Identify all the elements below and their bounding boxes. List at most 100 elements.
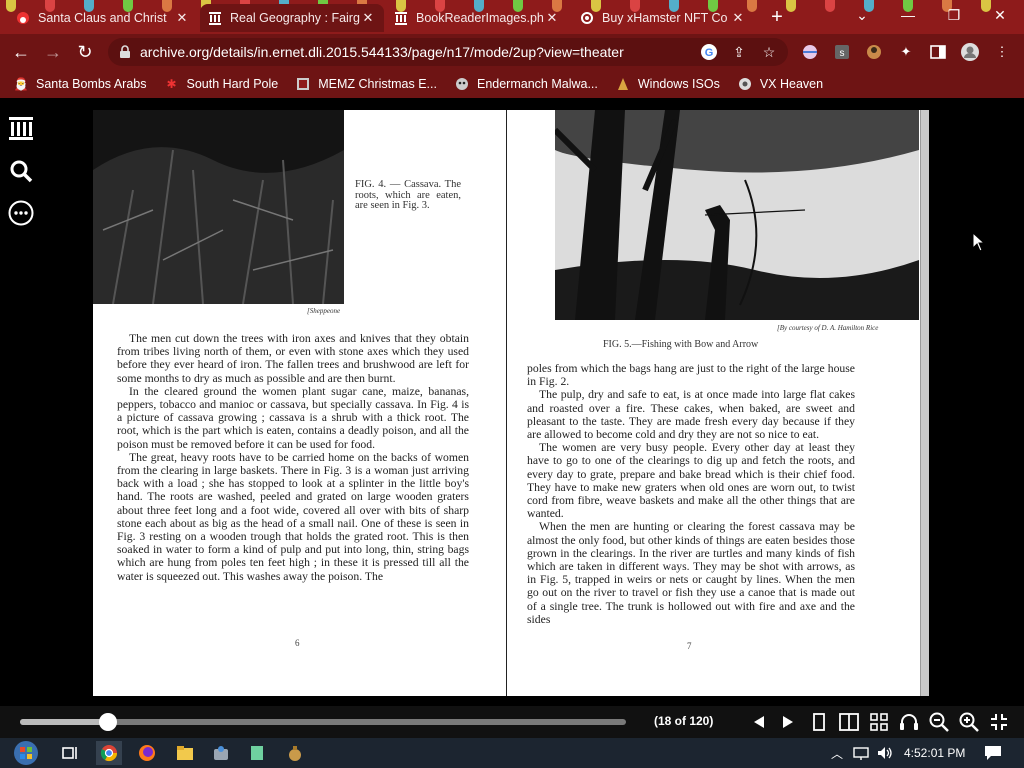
bookmark-label: Windows ISOs <box>637 77 720 91</box>
paragraph: The women are very busy people. Every ot… <box>527 441 855 521</box>
page-slider-handle[interactable] <box>98 713 117 731</box>
vx-heaven-icon <box>738 77 752 91</box>
one-page-view-icon[interactable] <box>808 711 830 733</box>
network-icon[interactable] <box>848 741 874 765</box>
two-page-view-icon[interactable] <box>838 711 860 733</box>
page-slider[interactable] <box>20 713 626 731</box>
paragraph: The great, heavy roots have to be carrie… <box>117 450 469 583</box>
page-number: 7 <box>687 641 692 651</box>
profile-flag-icon[interactable] <box>800 42 820 62</box>
figure-4-caption: FIG. 4. — Cassava. The roots, which are … <box>355 179 461 211</box>
archive-logo-icon[interactable] <box>8 116 34 142</box>
tab-title: Santa Claus and Christ <box>38 11 167 25</box>
share-icon[interactable]: ⇪ <box>728 41 750 63</box>
bookmark-item[interactable]: ✱ South Hard Pole <box>164 77 278 91</box>
tab-1[interactable]: Santa Claus and Christ ✕ <box>8 4 198 32</box>
archive-favicon-icon <box>208 11 222 25</box>
bookmark-label: Santa Bombs Arabs <box>36 77 147 91</box>
windows-iso-icon <box>616 77 630 91</box>
mouse-cursor-icon <box>972 232 986 252</box>
notifications-icon[interactable] <box>980 741 1006 765</box>
page-count: (18 of 120) <box>654 714 714 728</box>
left-page-text: The men cut down the trees with iron axe… <box>117 332 469 583</box>
chrome-taskbar-icon[interactable] <box>96 741 122 765</box>
snowflake-icon: ✱ <box>166 77 177 91</box>
gear-favicon-icon <box>580 11 594 25</box>
browser-toolbar: ← → ↻ archive.org/details/in.ernet.dli.2… <box>0 34 1024 70</box>
christmas-light-bulb <box>825 0 835 12</box>
tab-2[interactable]: Real Geography : Fairg ✕ <box>200 4 384 32</box>
extensions-puzzle-icon[interactable]: ✦ <box>896 42 916 62</box>
svg-text:s: s <box>840 48 845 59</box>
endermanch-icon <box>455 77 469 91</box>
thumbnail-view-icon[interactable] <box>868 711 890 733</box>
right-page-text: poles from which the bags hang are just … <box>527 362 855 626</box>
forward-arrow-icon[interactable]: → <box>40 39 66 65</box>
search-icon[interactable] <box>8 158 34 184</box>
address-bar[interactable]: archive.org/details/in.ernet.dli.2015.54… <box>108 38 788 66</box>
paragraph: In the cleared ground the women plant su… <box>117 384 469 451</box>
paragraph: The pulp, dry and safe to eat, is at onc… <box>527 388 855 442</box>
fullscreen-icon[interactable] <box>988 711 1010 733</box>
page-number: 6 <box>295 638 300 648</box>
bookmark-item[interactable]: Endermanch Malwa... <box>455 77 598 91</box>
system-clock[interactable]: 4:52:01 PM <box>904 746 965 760</box>
bookmark-item[interactable]: MEMZ Christmas E... <box>296 77 437 91</box>
tab-search-icon[interactable]: ⌄ <box>842 4 882 28</box>
tab-3[interactable]: BookReaderImages.ph ✕ <box>386 4 568 32</box>
book-reader-viewport: FIG. 4. — Cassava. The roots, which are … <box>0 98 1024 706</box>
photo-credit: [By courtesy of D. A. Hamilton Rice <box>777 324 879 332</box>
prev-page-icon[interactable] <box>748 711 770 733</box>
reader-nav-bar: (18 of 120) <box>0 706 1024 738</box>
profile-avatar-icon[interactable] <box>960 42 980 62</box>
extension-s-icon[interactable]: s <box>832 42 852 62</box>
google-lens-icon[interactable]: G <box>698 41 720 63</box>
svg-text:G: G <box>705 47 714 59</box>
url-text[interactable]: archive.org/details/in.ernet.dli.2015.54… <box>140 44 698 60</box>
bookmark-item[interactable]: VX Heaven <box>738 77 823 91</box>
paragraph: poles from which the bags hang are just … <box>527 362 855 389</box>
close-window-button[interactable]: ✕ <box>980 4 1020 28</box>
left-page[interactable]: FIG. 4. — Cassava. The roots, which are … <box>93 110 506 696</box>
side-panel-icon[interactable] <box>928 42 948 62</box>
lock-icon <box>118 45 132 59</box>
right-page[interactable]: [By courtesy of D. A. Hamilton Rice FIG.… <box>506 110 920 696</box>
volume-icon[interactable] <box>872 741 898 765</box>
close-tab-icon[interactable]: ✕ <box>730 10 746 26</box>
zoom-in-icon[interactable] <box>958 711 980 733</box>
reload-icon[interactable]: ↻ <box>72 39 98 65</box>
restore-button[interactable]: ❐ <box>934 4 974 28</box>
extension-avatar-icon[interactable] <box>864 42 884 62</box>
santa-favicon-icon <box>16 11 30 25</box>
more-options-icon[interactable] <box>8 200 34 226</box>
firefox-taskbar-icon[interactable] <box>134 741 160 765</box>
start-button-icon[interactable] <box>10 741 42 765</box>
money-bag-taskbar-icon[interactable] <box>282 741 308 765</box>
app-taskbar-icon[interactable] <box>208 741 234 765</box>
tab-title: Real Geography : Fairg <box>230 11 360 25</box>
close-tab-icon[interactable]: ✕ <box>544 10 560 26</box>
tab-title: Buy xHamster NFT Co <box>602 11 728 25</box>
tab-title: BookReaderImages.ph <box>416 11 544 25</box>
figure-5-caption: FIG. 5.—Fishing with Bow and Arrow <box>603 339 759 350</box>
next-page-icon[interactable] <box>777 711 799 733</box>
new-tab-button[interactable]: + <box>766 6 788 28</box>
menu-kebab-icon[interactable]: ⋮ <box>992 42 1012 62</box>
close-tab-icon[interactable]: ✕ <box>174 10 190 26</box>
bookmark-item[interactable]: 🎅 Santa Bombs Arabs <box>14 77 147 91</box>
tab-4[interactable]: Buy xHamster NFT Co ✕ <box>572 4 754 32</box>
bookmark-star-icon[interactable]: ☆ <box>758 41 780 63</box>
notepad-taskbar-icon[interactable] <box>244 741 270 765</box>
minimize-button[interactable]: — <box>888 4 928 28</box>
read-aloud-icon[interactable] <box>898 711 920 733</box>
tray-chevron-icon[interactable]: ︿ <box>824 741 850 765</box>
bookmarks-bar: 🎅 Santa Bombs Arabs ✱ South Hard Pole MEMZ… <box>0 70 1024 98</box>
zoom-out-icon[interactable] <box>928 711 950 733</box>
bookmark-label: South Hard Pole <box>186 77 279 91</box>
file-explorer-icon[interactable] <box>172 741 198 765</box>
close-tab-icon[interactable]: ✕ <box>360 10 376 26</box>
bookmark-item[interactable]: Windows ISOs <box>616 77 720 91</box>
browser-tab-strip: Santa Claus and Christ ✕ Real Geography … <box>0 0 1024 34</box>
task-view-icon[interactable] <box>58 741 84 765</box>
back-arrow-icon[interactable]: ← <box>8 39 34 65</box>
